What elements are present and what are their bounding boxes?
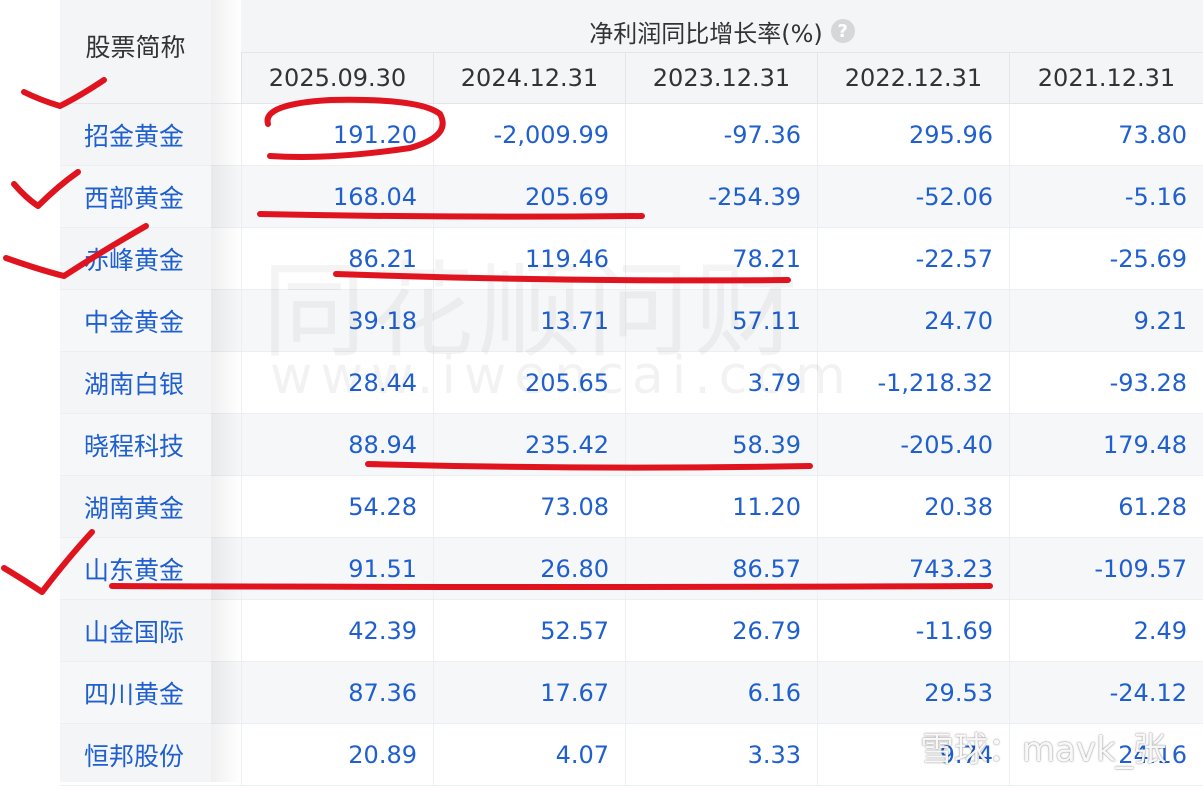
stock-name-link[interactable]: 晓程科技 xyxy=(60,414,211,476)
growth-value-cell[interactable]: -109.57 xyxy=(1009,538,1203,600)
growth-value-cell[interactable]: 58.39 xyxy=(625,414,817,476)
growth-value-cell[interactable]: 3.33 xyxy=(625,724,817,786)
xueqiu-logo-icon xyxy=(874,729,910,764)
growth-value-cell[interactable]: 743.23 xyxy=(817,538,1009,600)
stock-name-link[interactable]: 山金国际 xyxy=(60,600,211,662)
net-profit-growth-group-header: 净利润同比增长率(%) ? xyxy=(241,14,1203,48)
stock-name-link[interactable]: 赤峰黄金 xyxy=(60,228,211,290)
growth-value-cell[interactable]: 179.48 xyxy=(1009,414,1203,476)
growth-value-cell[interactable]: 20.89 xyxy=(241,724,433,786)
growth-value-cell[interactable]: 87.36 xyxy=(241,662,433,724)
growth-value-cell[interactable]: 11.20 xyxy=(625,476,817,538)
growth-value-cell[interactable]: -93.28 xyxy=(1009,352,1203,414)
date-header-1[interactable]: 2024.12.31 xyxy=(433,52,625,104)
growth-value-cell[interactable]: 61.28 xyxy=(1009,476,1203,538)
growth-value-cell[interactable]: -254.39 xyxy=(625,166,817,228)
growth-value-cell[interactable]: 91.51 xyxy=(241,538,433,600)
growth-value-cell[interactable]: 29.53 xyxy=(817,662,1009,724)
date-header-2[interactable]: 2023.12.31 xyxy=(625,52,817,104)
growth-value-cell[interactable]: -5.16 xyxy=(1009,166,1203,228)
stock-name-link[interactable]: 湖南白银 xyxy=(60,352,211,414)
growth-value-cell[interactable]: 42.39 xyxy=(241,600,433,662)
frozen-column-shadow xyxy=(211,0,241,782)
growth-value-cell[interactable]: -2,009.99 xyxy=(433,104,625,166)
growth-value-cell[interactable]: 205.69 xyxy=(433,166,625,228)
growth-value-cell[interactable]: 52.57 xyxy=(433,600,625,662)
left-margin xyxy=(0,0,60,782)
growth-value-cell[interactable]: 9.21 xyxy=(1009,290,1203,352)
watermark-url: www.iwencai.com xyxy=(270,346,854,406)
screenshot-canvas: 招金黄金 191.20 -2,009.99 -97.36 295.96 73.80 西部黄金… xyxy=(0,0,1203,786)
growth-value-cell[interactable]: 6.16 xyxy=(625,662,817,724)
growth-value-cell[interactable]: -24.12 xyxy=(1009,662,1203,724)
xueqiu-watermark: 雪球：mavk_张 xyxy=(872,722,1167,771)
growth-value-cell[interactable]: 17.67 xyxy=(433,662,625,724)
growth-value-cell[interactable]: 73.08 xyxy=(433,476,625,538)
growth-value-cell[interactable]: 20.38 xyxy=(817,476,1009,538)
group-header-label: 净利润同比增长率(%) xyxy=(589,19,823,48)
date-header-4[interactable]: 2021.12.31 xyxy=(1009,52,1203,104)
growth-value-cell[interactable]: -52.06 xyxy=(817,166,1009,228)
growth-value-cell[interactable]: 88.94 xyxy=(241,414,433,476)
growth-value-cell[interactable]: -25.69 xyxy=(1009,228,1203,290)
stock-name-link[interactable]: 西部黄金 xyxy=(60,166,211,228)
xueqiu-watermark-text: 雪球：mavk_张 xyxy=(920,730,1167,770)
growth-value-cell[interactable]: 73.80 xyxy=(1009,104,1203,166)
growth-value-cell[interactable]: 4.07 xyxy=(433,724,625,786)
growth-value-cell[interactable]: 191.20 xyxy=(241,104,433,166)
growth-value-cell[interactable]: -11.69 xyxy=(817,600,1009,662)
growth-value-cell[interactable]: 235.42 xyxy=(433,414,625,476)
stock-name-link[interactable]: 山东黄金 xyxy=(60,538,211,600)
growth-value-cell[interactable]: 86.57 xyxy=(625,538,817,600)
growth-value-cell[interactable]: 54.28 xyxy=(241,476,433,538)
stock-name-link[interactable]: 招金黄金 xyxy=(60,104,211,166)
stock-name-link[interactable]: 湖南黄金 xyxy=(60,476,211,538)
growth-value-cell[interactable]: 168.04 xyxy=(241,166,433,228)
growth-value-cell[interactable]: 2.49 xyxy=(1009,600,1203,662)
growth-value-cell[interactable]: 295.96 xyxy=(817,104,1009,166)
stock-name-link[interactable]: 四川黄金 xyxy=(60,662,211,724)
growth-value-cell[interactable]: 24.70 xyxy=(817,290,1009,352)
growth-value-cell[interactable]: -205.40 xyxy=(817,414,1009,476)
help-question-icon[interactable]: ? xyxy=(830,19,855,43)
date-header-3[interactable]: 2022.12.31 xyxy=(817,52,1009,104)
growth-value-cell[interactable]: -22.57 xyxy=(817,228,1009,290)
date-header-0[interactable]: 2025.09.30 xyxy=(241,52,433,104)
growth-value-cell[interactable]: -97.36 xyxy=(625,104,817,166)
stock-name-link[interactable]: 恒邦股份 xyxy=(60,724,211,786)
name-column-header[interactable]: 股票简称 xyxy=(60,28,211,64)
growth-value-cell[interactable]: 26.80 xyxy=(433,538,625,600)
growth-value-cell[interactable]: 26.79 xyxy=(625,600,817,662)
stock-name-link[interactable]: 中金黄金 xyxy=(60,290,211,352)
